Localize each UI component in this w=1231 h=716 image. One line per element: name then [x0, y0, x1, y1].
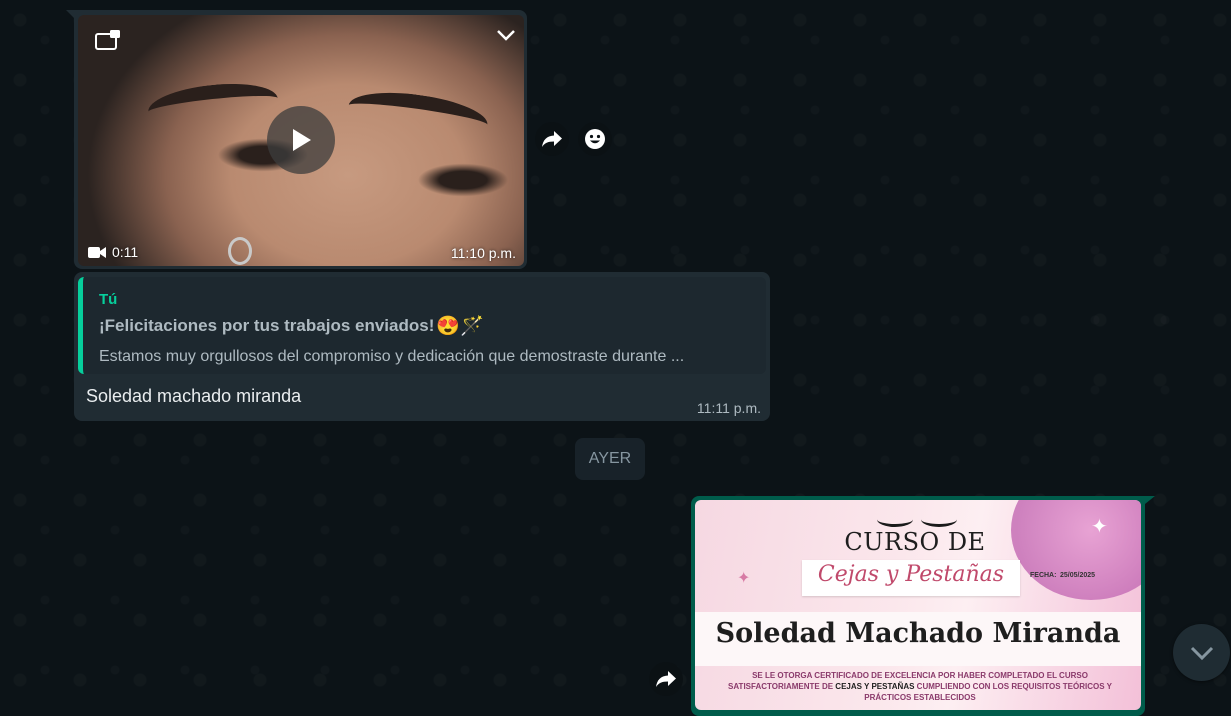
certificate-course: Cejas y Pestañas: [817, 562, 1005, 587]
video-duration: 0:11: [88, 244, 138, 260]
forward-icon: [656, 671, 676, 687]
quote-title: ¡Felicitaciones por tus trabajos enviado…: [99, 314, 484, 338]
video-message-bubble[interactable]: 0:11 11:10 p.m.: [66, 10, 527, 269]
certificate-course-bold: CEJAS Y PESTAÑAS: [835, 682, 915, 691]
certificate-recipient: Soledad Machado Miranda: [715, 618, 1121, 649]
certificate-body-text: CUMPLIENDO CON LOS REQUISITOS TEÓRICOS Y: [914, 682, 1112, 691]
quote-title-text: ¡Felicitaciones por tus trabajos enviado…: [99, 316, 435, 335]
sparkle-icon: ✦: [737, 570, 751, 587]
forward-button[interactable]: [649, 662, 683, 696]
quote-author: Tú: [99, 291, 118, 308]
lash-icon: [921, 512, 957, 527]
quote-emojis: 😍🪄: [436, 316, 484, 337]
certificate-body-line: SATISFACTORIAMENTE DE CEJAS Y PESTAÑAS C…: [715, 681, 1125, 692]
thumbnail-detail: [146, 78, 280, 132]
chevron-down-icon[interactable]: [494, 25, 518, 45]
play-button[interactable]: [267, 106, 335, 174]
video-camera-icon: [88, 246, 106, 258]
certificate-body-line: SE LE OTORGA CERTIFICADO DE EXCELENCIA P…: [752, 671, 1088, 680]
certificate-body-text: SATISFACTORIAMENTE DE: [728, 682, 836, 691]
react-button[interactable]: [578, 122, 612, 156]
certificate-image[interactable]: ✦ ✦ CURSO DE Cejas y Pestañas FECHA: 25/…: [695, 500, 1141, 710]
certificate-body-line: PRÁCTICOS ESTABLECIDOS: [864, 693, 976, 702]
certificate-date-label: FECHA:: [1030, 572, 1057, 579]
scroll-to-bottom-button[interactable]: [1173, 624, 1230, 681]
quoted-message[interactable]: Tú ¡Felicitaciones por tus trabajos envi…: [78, 277, 766, 374]
lash-icon: [877, 512, 913, 527]
popout-icon[interactable]: [95, 29, 121, 51]
forward-button[interactable]: [535, 122, 569, 156]
message-time: 11:10 p.m.: [450, 245, 516, 261]
quote-text: Estamos muy orgullosos del compromiso y …: [99, 348, 685, 365]
emoji-icon: [585, 129, 605, 149]
video-thumbnail[interactable]: 0:11 11:10 p.m.: [78, 15, 524, 266]
thumbnail-detail: [228, 237, 252, 265]
certificate-date: 25/05/2025: [1060, 572, 1096, 579]
image-message-bubble[interactable]: ✦ ✦ CURSO DE Cejas y Pestañas FECHA: 25/…: [691, 496, 1155, 716]
certificate-heading: CURSO DE: [844, 528, 986, 556]
message-time: 11:11 p.m.: [696, 400, 761, 416]
play-icon: [293, 129, 311, 151]
video-duration-text: 0:11: [112, 244, 139, 260]
reply-message-bubble[interactable]: Tú ¡Felicitaciones por tus trabajos envi…: [74, 272, 770, 421]
thumbnail-detail: [345, 85, 491, 145]
forward-icon: [542, 131, 562, 147]
certificate-body: SE LE OTORGA CERTIFICADO DE EXCELENCIA P…: [715, 670, 1125, 703]
message-text: Soledad machado miranda: [86, 386, 302, 406]
chevron-down-icon: [1190, 646, 1213, 660]
date-divider: AYER: [575, 438, 645, 480]
